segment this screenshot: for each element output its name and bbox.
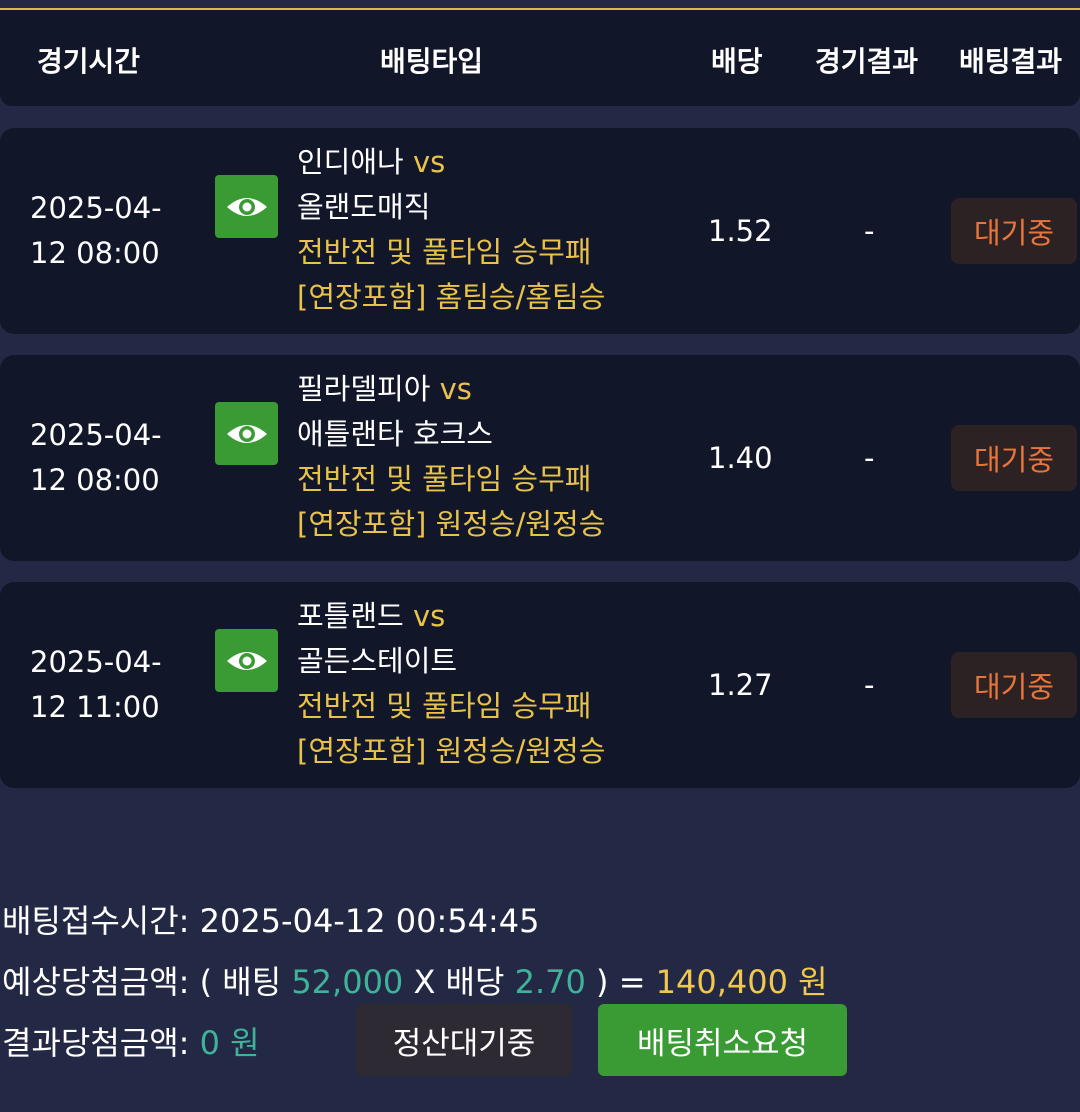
header-game-result: 경기결과 <box>815 45 919 78</box>
vs-label: vs <box>439 372 472 406</box>
odds-value: 1.52 <box>708 214 773 248</box>
status-badge: 대기중 <box>951 425 1077 491</box>
match-time: 12 08:00 <box>30 236 160 270</box>
bet-row: 2025-04- 12 08:00 필라델피아 vs 애틀랜타 호크스 전반전 … <box>0 355 1080 561</box>
match-datetime: 2025-04- 12 08:00 <box>30 186 190 276</box>
odds-value: 1.27 <box>708 668 773 702</box>
header-time: 경기시간 <box>37 45 141 78</box>
expected-payout-label: 예상당첨금액: <box>2 963 190 1001</box>
stake-amount: 52,000 <box>291 963 404 1001</box>
expected-payout-line: 예상당첨금액: ( 배팅 52,000 X 배당 2.70 ) = 140,40… <box>2 957 828 1003</box>
home-team: 포틀랜드 <box>297 599 404 633</box>
expected-close: ) = <box>596 963 646 1001</box>
match-date: 2025-04- <box>30 645 162 679</box>
home-team: 인디애나 <box>297 145 404 179</box>
bet-type: 포틀랜드 vs 골든스테이트 전반전 및 풀타임 승무패 [연장포함] 원정승/… <box>297 594 605 774</box>
status-badge: 대기중 <box>951 198 1077 264</box>
match-datetime: 2025-04- 12 08:00 <box>30 413 190 503</box>
received-time-line: 배팅접수시간: 2025-04-12 00:54:45 <box>2 896 539 942</box>
table-header: 경기시간 배팅타입 배당 경기결과 배팅결과 <box>0 10 1080 106</box>
expected-open: ( 배팅 <box>199 963 282 1001</box>
eye-icon[interactable] <box>215 402 278 465</box>
match-date: 2025-04- <box>30 418 162 452</box>
bet-pick: [연장포함] 홈팀승/홈팀승 <box>297 280 606 314</box>
eye-icon[interactable] <box>215 175 278 238</box>
cancel-bet-button[interactable]: 배팅취소요청 <box>598 1004 847 1076</box>
away-team: 골든스테이트 <box>297 644 458 678</box>
bet-type: 필라델피아 vs 애틀랜타 호크스 전반전 및 풀타임 승무패 [연장포함] 원… <box>297 367 605 547</box>
result-payout-value: 0 원 <box>199 1024 260 1062</box>
match-time: 12 11:00 <box>30 690 160 724</box>
match-time: 12 08:00 <box>30 463 160 497</box>
match-date: 2025-04- <box>30 191 162 225</box>
eye-icon[interactable] <box>215 629 278 692</box>
game-result: - <box>864 668 875 702</box>
market-name: 전반전 및 풀타임 승무패 <box>297 462 592 496</box>
home-team: 필라델피아 <box>297 372 431 406</box>
header-odds: 배당 <box>711 45 763 78</box>
match-datetime: 2025-04- 12 11:00 <box>30 640 190 730</box>
market-name: 전반전 및 풀타임 승무패 <box>297 689 592 723</box>
odds-value: 1.40 <box>708 441 773 475</box>
bet-row: 2025-04- 12 08:00 인디애나 vs 올랜도매직 전반전 및 풀타… <box>0 128 1080 334</box>
result-payout-label: 결과당첨금액: <box>2 1024 190 1062</box>
away-team: 애틀랜타 호크스 <box>297 417 493 451</box>
vs-label: vs <box>412 599 446 633</box>
away-team: 올랜도매직 <box>297 190 431 224</box>
total-odds: 2.70 <box>514 963 586 1001</box>
bet-row: 2025-04- 12 11:00 포틀랜드 vs 골든스테이트 전반전 및 풀… <box>0 582 1080 788</box>
received-time-label: 배팅접수시간: <box>2 902 190 940</box>
settle-pending-button[interactable]: 정산대기중 <box>356 1004 572 1076</box>
game-result: - <box>864 441 875 475</box>
received-time-value: 2025-04-12 00:54:45 <box>199 902 540 940</box>
bet-pick: [연장포함] 원정승/원정승 <box>297 507 606 541</box>
header-bet-result: 배팅결과 <box>959 45 1063 78</box>
times-label: X 배당 <box>413 963 505 1001</box>
bet-type: 인디애나 vs 올랜도매직 전반전 및 풀타임 승무패 [연장포함] 홈팀승/홈… <box>297 140 605 320</box>
vs-label: vs <box>412 145 446 179</box>
payout-amount: 140,400 원 <box>655 963 828 1001</box>
result-payout-line: 결과당첨금액: 0 원 <box>2 1018 260 1064</box>
game-result: - <box>864 214 875 248</box>
status-badge: 대기중 <box>951 652 1077 718</box>
header-type: 배팅타입 <box>380 45 484 78</box>
bet-pick: [연장포함] 원정승/원정승 <box>297 734 606 768</box>
market-name: 전반전 및 풀타임 승무패 <box>297 235 592 269</box>
